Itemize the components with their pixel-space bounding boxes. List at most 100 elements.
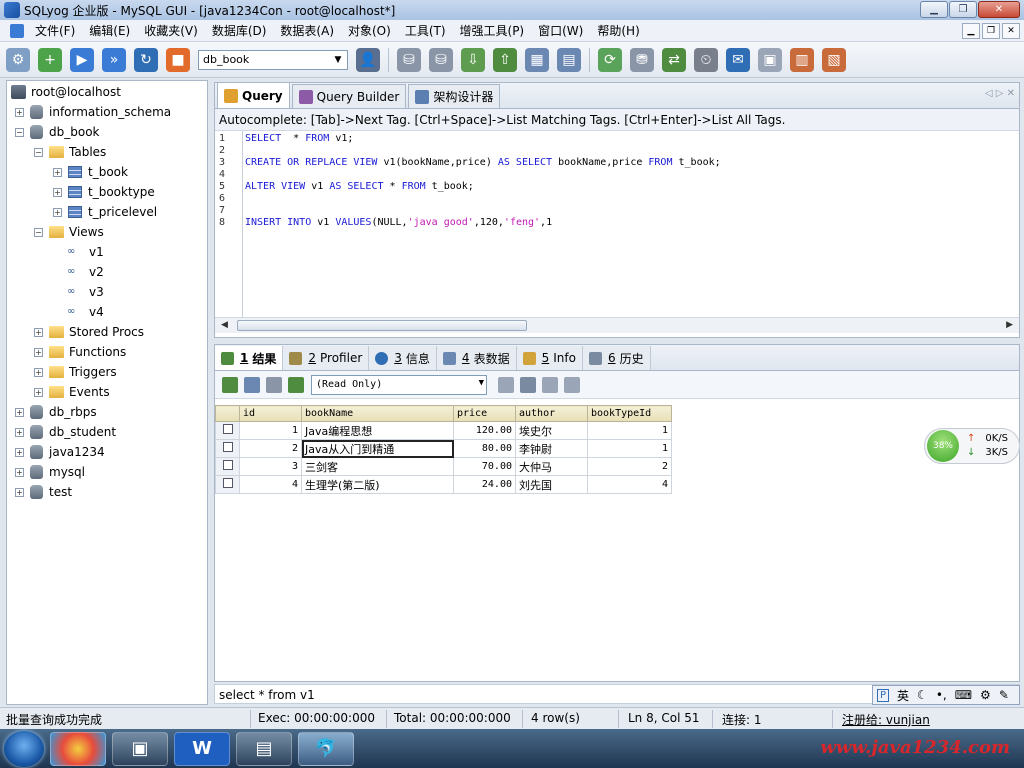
cell-price[interactable]: 120.00 xyxy=(453,421,516,440)
export-result-icon[interactable] xyxy=(222,376,238,393)
monitor-icon[interactable]: ▣ xyxy=(758,47,782,72)
mdi-minimize-button[interactable]: ▁ xyxy=(962,23,980,39)
expand-icon[interactable]: + xyxy=(53,187,62,197)
menu-table[interactable]: 数据表(A) xyxy=(273,20,341,42)
tab-info[interactable]: 5 Info xyxy=(516,346,583,370)
tree-view-v2[interactable]: ∞ v2 xyxy=(67,262,104,282)
scroll-left-icon[interactable]: ◀ xyxy=(221,320,228,330)
tree-db-db-student[interactable]: + db_student xyxy=(15,422,116,442)
tree-folder-events[interactable]: + Events xyxy=(34,382,110,402)
refresh-icon[interactable]: ↻ xyxy=(134,47,158,72)
tree-db-test[interactable]: + test xyxy=(15,482,72,502)
expand-icon[interactable]: + xyxy=(15,407,24,417)
tree-folder-triggers[interactable]: + Triggers xyxy=(34,362,117,382)
sync-icon[interactable]: ⟳ xyxy=(598,47,622,72)
cell-booktypeid[interactable]: 1 xyxy=(587,439,672,458)
taskbar-app-sqlyog[interactable]: 🐬 xyxy=(298,731,354,766)
backup-icon[interactable]: ⛃ xyxy=(630,47,654,72)
result-mode-select[interactable]: (Read Only) ▼ xyxy=(311,374,487,395)
tree-db-information-schema[interactable]: + information_schema xyxy=(15,102,171,122)
taskbar-app-terminal[interactable]: ▣ xyxy=(112,731,168,766)
cell-author[interactable]: 埃史尔 xyxy=(515,421,588,440)
tab-profiler[interactable]: 2 Profiler xyxy=(283,346,370,370)
database-select[interactable]: db_book ▼ xyxy=(198,49,348,70)
cell-id[interactable]: 1 xyxy=(239,421,302,440)
tab-history[interactable]: 6 历史 xyxy=(582,346,651,370)
new-connection-icon[interactable]: + xyxy=(38,47,62,72)
table-data-icon[interactable]: ▦ xyxy=(525,47,549,72)
tree-table-t-pricelevel[interactable]: + t_pricelevel xyxy=(53,202,157,222)
report-icon[interactable]: ▥ xyxy=(790,47,814,72)
execute-icon[interactable]: ▶ xyxy=(70,47,94,72)
cell-id[interactable]: 4 xyxy=(239,475,302,494)
tab-query-builder[interactable]: Query Builder xyxy=(291,84,407,108)
row-checkbox[interactable] xyxy=(215,457,240,476)
network-speed-widget[interactable]: 38% ↑ 0K/S ↓ 3K/S xyxy=(924,428,1020,464)
tree-view-v4[interactable]: ∞ v4 xyxy=(67,302,104,322)
cell-booktypeid[interactable]: 1 xyxy=(587,421,672,440)
scrollbar-thumb[interactable] xyxy=(237,320,527,331)
tree-view-v3[interactable]: ∞ v3 xyxy=(67,282,104,302)
table-row[interactable]: 2 Java从入门到精通 80.00 李钟尉 1 xyxy=(215,439,672,458)
menu-powertools[interactable]: 增强工具(P) xyxy=(453,20,532,42)
copy-result-icon[interactable] xyxy=(244,376,260,393)
menu-favorites[interactable]: 收藏夹(V) xyxy=(137,20,205,42)
cell-id[interactable]: 3 xyxy=(239,457,302,476)
tree-db-db-rbps[interactable]: + db_rbps xyxy=(15,402,97,422)
menu-file[interactable]: 文件(F) xyxy=(28,20,82,42)
cell-author[interactable]: 刘先国 xyxy=(515,475,588,494)
tree-db-db-book[interactable]: − db_book xyxy=(15,122,99,142)
status-registered-to[interactable]: 注册给: vunjian xyxy=(842,711,930,728)
expand-icon[interactable]: + xyxy=(15,467,24,477)
migrate-icon[interactable]: ⇄ xyxy=(662,47,686,72)
expand-icon[interactable]: + xyxy=(15,107,24,117)
tree-folder-tables[interactable]: − Tables xyxy=(34,142,106,162)
keyboard-icon[interactable]: ⌨ xyxy=(955,688,972,702)
menu-help[interactable]: 帮助(H) xyxy=(590,20,646,42)
cell-booktypeid[interactable]: 2 xyxy=(587,457,672,476)
export-icon[interactable]: ⇧ xyxy=(493,47,517,72)
maximize-button[interactable]: ❐ xyxy=(949,1,977,18)
table-row[interactable]: 4 生理学(第二版) 24.00 刘先国 4 xyxy=(215,475,672,494)
grid-view-icon[interactable] xyxy=(266,376,282,393)
close-button[interactable]: ✕ xyxy=(978,1,1020,18)
save-row-icon[interactable] xyxy=(520,376,536,393)
cell-price[interactable]: 24.00 xyxy=(453,475,516,494)
mdi-close-button[interactable]: ✕ xyxy=(1002,23,1020,39)
cell-bookname[interactable]: 生理学(第二版) xyxy=(301,475,454,494)
execute-all-icon[interactable]: » xyxy=(102,47,126,72)
schema-icon[interactable]: ▤ xyxy=(557,47,581,72)
cell-bookname[interactable]: Java编程思想 xyxy=(301,421,454,440)
cell-booktypeid[interactable]: 4 xyxy=(587,475,672,494)
expand-icon[interactable]: + xyxy=(53,167,62,177)
ime-mode[interactable]: 英 xyxy=(897,687,909,704)
row-checkbox[interactable] xyxy=(215,421,240,440)
delete-row-icon[interactable] xyxy=(542,376,558,393)
sql-editor[interactable]: 1 2 3 4 5 6 7 8 SELECT * FROM v1; CREATE… xyxy=(215,131,1019,317)
start-button[interactable] xyxy=(4,730,44,767)
tree-root[interactable]: root@localhost xyxy=(11,82,121,102)
expand-icon[interactable]: + xyxy=(15,427,24,437)
table-row[interactable]: 1 Java编程思想 120.00 埃史尔 1 xyxy=(215,421,672,440)
expand-icon[interactable]: + xyxy=(34,347,43,357)
tab-nav-icons[interactable]: ◁ ▷ ✕ xyxy=(985,88,1015,99)
expand-icon[interactable]: + xyxy=(34,327,43,337)
cancel-row-icon[interactable] xyxy=(564,376,580,393)
add-row-icon[interactable] xyxy=(498,376,514,393)
expand-icon[interactable]: + xyxy=(15,487,24,497)
notification-icon[interactable]: ✉ xyxy=(726,47,750,72)
create-db-icon[interactable]: ⛁ xyxy=(397,47,421,72)
mdi-restore-button[interactable]: ❐ xyxy=(982,23,1000,39)
user-manager-icon[interactable]: 👤 xyxy=(356,47,380,72)
punctuation-icon[interactable]: •, xyxy=(936,688,947,702)
import-icon[interactable]: ⇩ xyxy=(461,47,485,72)
cell-price[interactable]: 70.00 xyxy=(453,457,516,476)
ime-toolbar[interactable]: P 英 ☾ •, ⌨ ⚙ ✎ xyxy=(872,685,1020,705)
collapse-icon[interactable]: − xyxy=(15,127,24,137)
column-header-booktypeid[interactable]: bookTypeId xyxy=(587,405,672,422)
tree-folder-functions[interactable]: + Functions xyxy=(34,342,126,362)
text-view-icon[interactable] xyxy=(288,376,304,393)
menu-window[interactable]: 窗口(W) xyxy=(531,20,590,42)
taskbar-app-console[interactable]: ▤ xyxy=(236,731,292,766)
expand-icon[interactable]: + xyxy=(34,387,43,397)
